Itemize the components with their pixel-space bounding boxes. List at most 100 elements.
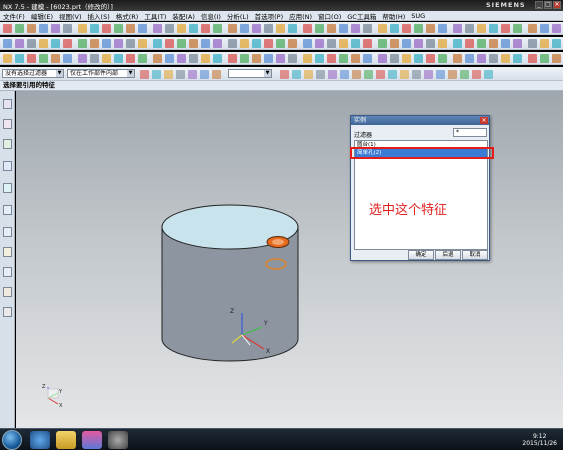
snap-tool-icon[interactable]: [436, 70, 445, 79]
toolbar-tool-icon[interactable]: [351, 39, 360, 48]
toolbar-tool-icon[interactable]: [240, 24, 249, 33]
close-button[interactable]: ✕: [553, 1, 561, 9]
toolbar-tool-icon[interactable]: [513, 54, 522, 63]
snap-tool-icon[interactable]: [340, 70, 349, 79]
toolbar-tool-icon[interactable]: [138, 39, 147, 48]
toolbar-tool-icon[interactable]: [402, 24, 411, 33]
toolbar-tool-icon[interactable]: [126, 39, 135, 48]
toolbar-tool-icon[interactable]: [438, 54, 447, 63]
hd3d-tools-icon[interactable]: [3, 183, 12, 193]
snap-tool-icon[interactable]: [316, 70, 325, 79]
menu-assemblies[interactable]: 装配(A): [169, 11, 198, 21]
toolbar-tool-icon[interactable]: [90, 24, 99, 33]
toolbar-tool-icon[interactable]: [477, 39, 486, 48]
toolbar-tool-icon[interactable]: [552, 54, 561, 63]
toolbar-tool-icon[interactable]: [27, 39, 36, 48]
snap-tool-icon[interactable]: [188, 70, 197, 79]
menu-gc-toolkit[interactable]: GC工具箱: [344, 11, 379, 21]
toolbar-tool-icon[interactable]: [27, 54, 36, 63]
toolbar-tool-icon[interactable]: [540, 24, 549, 33]
toolbar-tool-icon[interactable]: [102, 54, 111, 63]
toolbar-tool-icon[interactable]: [501, 54, 510, 63]
toolbar-tool-icon[interactable]: [438, 24, 447, 33]
snap-tool-icon[interactable]: [448, 70, 457, 79]
toolbar-tool-icon[interactable]: [213, 24, 222, 33]
history-icon[interactable]: [3, 227, 12, 237]
toolbar-tool-icon[interactable]: [165, 54, 174, 63]
toolbar-tool-icon[interactable]: [102, 24, 111, 33]
toolbar-tool-icon[interactable]: [177, 39, 186, 48]
menu-tools[interactable]: 工具(T): [141, 11, 169, 21]
toolbar-tool-icon[interactable]: [327, 54, 336, 63]
toolbar-tool-icon[interactable]: [513, 24, 522, 33]
toolbar-tool-icon[interactable]: [138, 54, 147, 63]
snap-tool-icon[interactable]: [176, 70, 185, 79]
menu-file[interactable]: 文件(F): [0, 11, 28, 21]
toolbar-tool-icon[interactable]: [3, 24, 12, 33]
toolbar-tool-icon[interactable]: [363, 24, 372, 33]
toolbar-tool-icon[interactable]: [177, 54, 186, 63]
toolbar-tool-icon[interactable]: [465, 54, 474, 63]
menu-help[interactable]: 帮助(H): [379, 11, 408, 21]
toolbar-tool-icon[interactable]: [51, 24, 60, 33]
toolbar-tool-icon[interactable]: [339, 54, 348, 63]
toolbar-tool-icon[interactable]: [528, 39, 537, 48]
menu-format[interactable]: 格式(R): [113, 11, 142, 21]
toolbar-tool-icon[interactable]: [489, 54, 498, 63]
toolbar-tool-icon[interactable]: [540, 39, 549, 48]
snap-tool-icon[interactable]: [388, 70, 397, 79]
menu-insert[interactable]: 插入(S): [85, 11, 113, 21]
toolbar-tool-icon[interactable]: [465, 39, 474, 48]
toolbar-tool-icon[interactable]: [27, 24, 36, 33]
constraint-navigator-icon[interactable]: [3, 119, 12, 129]
filter-input[interactable]: *: [453, 128, 487, 137]
toolbar-tool-icon[interactable]: [39, 24, 48, 33]
app-icon-media[interactable]: [108, 431, 128, 449]
toolbar-tool-icon[interactable]: [240, 39, 249, 48]
toolbar-tool-icon[interactable]: [339, 39, 348, 48]
toolbar-tool-icon[interactable]: [252, 39, 261, 48]
toolbar-tool-icon[interactable]: [477, 54, 486, 63]
toolbar-tool-icon[interactable]: [153, 39, 162, 48]
snap-tool-icon[interactable]: [152, 70, 161, 79]
toolbar-tool-icon[interactable]: [414, 54, 423, 63]
cancel-button[interactable]: 取消: [462, 250, 488, 260]
toolbar-tool-icon[interactable]: [453, 39, 462, 48]
toolbar-tool-icon[interactable]: [465, 24, 474, 33]
type-filter-dropdown[interactable]: 没有选择过滤器 ▼: [2, 69, 64, 78]
toolbar-tool-icon[interactable]: [390, 24, 399, 33]
toolbar-tool-icon[interactable]: [426, 39, 435, 48]
snap-tool-icon[interactable]: [304, 70, 313, 79]
toolbar-tool-icon[interactable]: [78, 39, 87, 48]
toolbar-tool-icon[interactable]: [78, 24, 87, 33]
toolbar-tool-icon[interactable]: [426, 24, 435, 33]
toolbar-tool-icon[interactable]: [126, 54, 135, 63]
snap-tool-icon[interactable]: [280, 70, 289, 79]
toolbar-tool-icon[interactable]: [90, 54, 99, 63]
toolbar-tool-icon[interactable]: [252, 54, 261, 63]
snap-tool-icon[interactable]: [412, 70, 421, 79]
toolbar-tool-icon[interactable]: [153, 24, 162, 33]
assembly-navigator-icon[interactable]: [3, 99, 12, 109]
snap-tool-icon[interactable]: [200, 70, 209, 79]
app-icon-browser[interactable]: [30, 431, 50, 449]
menu-preferences[interactable]: 首选项(P): [252, 11, 287, 21]
toolbar-tool-icon[interactable]: [288, 24, 297, 33]
feature-list[interactable]: 圆台(1) 简单孔(2) 选中这个特征: [350, 140, 494, 250]
toolbar-tool-icon[interactable]: [201, 39, 210, 48]
toolbar-tool-icon[interactable]: [339, 24, 348, 33]
toolbar-tool-icon[interactable]: [15, 39, 24, 48]
menu-sug[interactable]: SUG: [408, 12, 428, 20]
snap-tool-icon[interactable]: [460, 70, 469, 79]
toolbar-tool-icon[interactable]: [228, 39, 237, 48]
snap-tool-icon[interactable]: [472, 70, 481, 79]
process-studio-icon[interactable]: [3, 267, 12, 277]
toolbar-tool-icon[interactable]: [102, 39, 111, 48]
snap-tool-icon[interactable]: [212, 70, 221, 79]
toolbar-tool-icon[interactable]: [240, 54, 249, 63]
menu-information[interactable]: 信息(I): [198, 11, 224, 21]
toolbar-tool-icon[interactable]: [288, 39, 297, 48]
toolbar-tool-icon[interactable]: [363, 39, 372, 48]
toolbar-tool-icon[interactable]: [327, 24, 336, 33]
toolbar-tool-icon[interactable]: [39, 54, 48, 63]
